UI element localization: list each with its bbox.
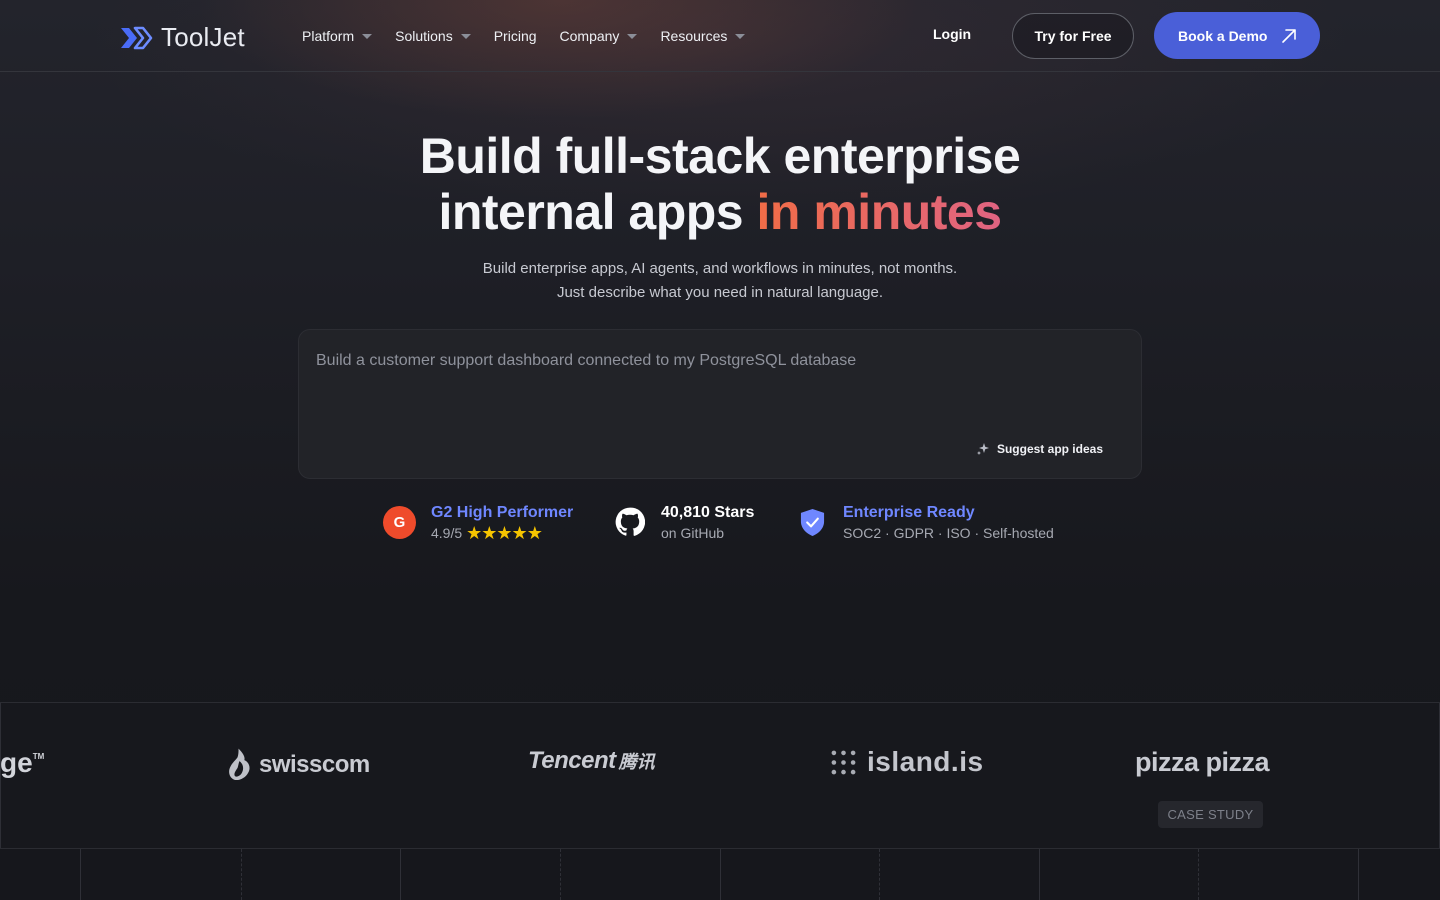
logo-partial-ge[interactable]: ge TM (0, 747, 44, 779)
logo-island-is[interactable]: island.is (831, 746, 984, 778)
grid-line (1358, 849, 1359, 900)
g2-rating: 4.9/5 (431, 525, 463, 541)
tencent-wordmark: Tencent (528, 747, 616, 774)
case-study-badge[interactable]: CASE STUDY (1158, 801, 1263, 828)
menu-item-label: Pricing (493, 28, 537, 44)
main-menu: Platform Solutions Pricing Company Resou… (302, 24, 768, 48)
brand-name: ToolJet (161, 22, 245, 52)
login-link[interactable]: Login (933, 26, 971, 42)
logo-swisscom[interactable]: swisscom (226, 747, 370, 783)
enterprise-subtitle: SOC2 · GDPR · ISO · Self-hosted (843, 525, 1054, 541)
menu-item-pricing[interactable]: Pricing (494, 24, 537, 48)
island-wordmark: island.is (867, 746, 984, 777)
chevron-down-icon (735, 34, 746, 39)
github-subtitle: on GitHub (661, 525, 725, 541)
g2-logo-icon: G (383, 505, 416, 539)
swisscom-wordmark: swisscom (259, 751, 370, 778)
app-prompt-input[interactable]: Build a customer support dashboard conne… (298, 329, 1142, 479)
top-navigation: ToolJet Platform Solutions Pricing Compa… (0, 0, 1440, 72)
sparkle-icon (976, 443, 989, 455)
arrow-up-right-icon (1282, 28, 1297, 43)
pizza-wordmark: pizza pizza (1135, 747, 1270, 777)
grid-line (80, 849, 81, 900)
customer-logo-strip: ge TM swisscom Tencent 腾讯 island.is pizza… (0, 702, 1440, 849)
book-demo-label: Book a Demo (1178, 27, 1268, 44)
island-dots-icon (831, 750, 856, 774)
prompt-placeholder: Build a customer support dashboard conne… (316, 352, 857, 369)
chevron-down-icon (460, 34, 471, 39)
g2-rating-row: 4.9/5 ★★★★★ (431, 524, 573, 542)
suggest-app-ideas-button[interactable]: Suggest app ideas (976, 442, 1103, 456)
try-for-free-label: Try for Free (1034, 28, 1112, 44)
github-stars: 40,810 Stars (661, 504, 755, 521)
hero-subtitle: Build enterprise apps, AI agents, and wo… (482, 260, 958, 301)
try-for-free-button[interactable]: Try for Free (1012, 13, 1134, 59)
hero-title-line-2: internal apps in minutes (0, 184, 1440, 240)
background-grid (0, 849, 1440, 900)
menu-item-resources[interactable]: Resources (660, 24, 746, 48)
github-badge[interactable]: 40,810 Stars on GitHub (615, 502, 754, 542)
grid-line (1039, 849, 1040, 900)
tooljet-logo-icon (121, 26, 153, 49)
menu-item-label: Resources (660, 28, 728, 44)
github-icon (615, 507, 645, 536)
grid-line (400, 849, 401, 900)
menu-item-company[interactable]: Company (560, 24, 638, 48)
suggest-label: Suggest app ideas (996, 442, 1103, 456)
menu-item-label: Solutions (395, 28, 453, 44)
logo-tencent[interactable]: Tencent 腾讯 (528, 747, 655, 775)
hero-title-accent: in minutes (756, 184, 1003, 240)
enterprise-title: Enterprise Ready (843, 504, 975, 521)
hero-title-line-1: Build full-stack enterprise (419, 128, 1021, 184)
tooljet-logo[interactable]: ToolJet (119, 22, 245, 53)
logo-partial-text: ge (0, 747, 33, 778)
logo-pizza-pizza[interactable]: pizza pizza (1135, 747, 1270, 778)
grid-line (1198, 849, 1199, 900)
menu-item-label: Company (559, 28, 620, 44)
menu-item-platform[interactable]: Platform (302, 24, 373, 48)
tencent-cjk-wordmark: 腾讯 (618, 752, 655, 772)
star-rating-icon: ★★★★★ (466, 523, 543, 543)
hero-title-plain: internal apps (438, 184, 757, 240)
trademark: TM (32, 751, 45, 761)
swisscom-icon (229, 748, 250, 781)
grid-line (879, 849, 880, 900)
menu-item-solutions[interactable]: Solutions (395, 24, 471, 48)
book-demo-button[interactable]: Book a Demo (1154, 12, 1320, 59)
grid-line (720, 849, 721, 900)
shield-check-icon (800, 508, 825, 536)
g2-badge[interactable]: G G2 High Performer 4.9/5 ★★★★★ (383, 502, 573, 542)
g2-title: G2 High Performer (431, 504, 574, 521)
grid-line (241, 849, 242, 900)
chevron-down-icon (627, 34, 638, 39)
enterprise-badge[interactable]: Enterprise Ready SOC2 · GDPR · ISO · Sel… (799, 502, 1054, 542)
menu-item-label: Platform (302, 28, 355, 44)
grid-line (560, 849, 561, 900)
chevron-down-icon (362, 34, 373, 39)
hero-headline: Build full-stack enterprise internal app… (0, 128, 1440, 240)
